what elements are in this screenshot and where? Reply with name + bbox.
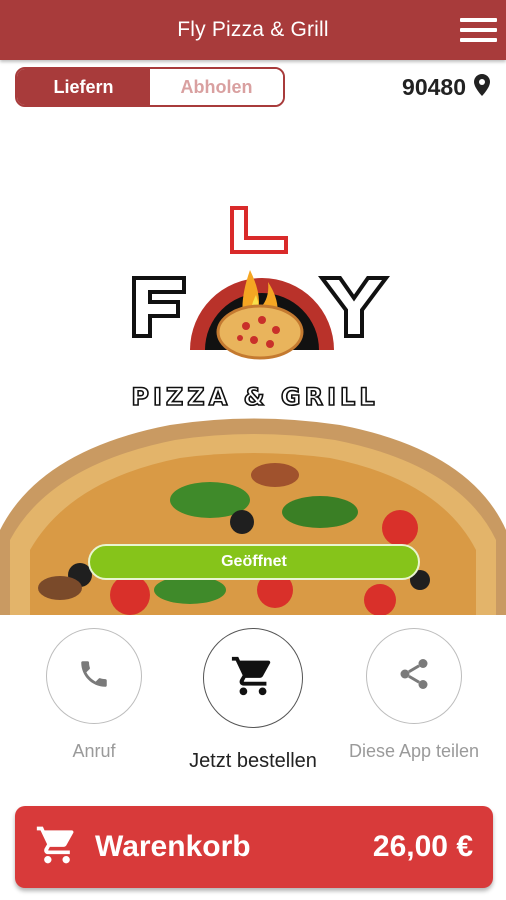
order-now-label: Jetzt bestellen: [189, 750, 317, 772]
tab-abholen[interactable]: Abholen: [150, 69, 283, 105]
share-icon: [396, 656, 432, 697]
call-action[interactable]: Anruf: [33, 628, 155, 762]
top-app-bar: Fly Pizza & Grill: [0, 0, 506, 60]
order-now-action[interactable]: Jetzt bestellen: [168, 628, 338, 773]
tab-liefern[interactable]: Liefern: [17, 69, 150, 105]
open-status-badge: Geöffnet: [88, 544, 420, 580]
cart-icon: [35, 823, 79, 872]
order-now-button[interactable]: [203, 628, 303, 728]
restaurant-logo: PIZZA & GRILL: [131, 206, 390, 412]
call-button[interactable]: [46, 628, 142, 724]
location-selector[interactable]: 90480: [402, 70, 490, 104]
share-app-action[interactable]: Diese App teilen: [340, 628, 488, 762]
app-screen: Fly Pizza & Grill Liefern Abholen 90480: [0, 0, 506, 900]
zip-code: 90480: [402, 73, 466, 100]
share-app-label: Diese App teilen: [348, 741, 480, 761]
location-pin-icon: [474, 73, 490, 101]
cart-icon: [230, 653, 276, 704]
app-title: Fly Pizza & Grill: [177, 18, 329, 41]
pizza-background-image: [0, 418, 506, 615]
cart-label: Warenkorb: [95, 830, 251, 863]
delivery-mode-toggle: Liefern Abholen: [15, 67, 285, 107]
call-label: Anruf: [72, 741, 116, 761]
svg-text:PIZZA & GRILL: PIZZA & GRILL: [131, 383, 378, 411]
phone-icon: [77, 657, 111, 696]
share-app-button[interactable]: [366, 628, 462, 724]
hamburger-menu-icon[interactable]: [458, 12, 498, 48]
cart-button[interactable]: Warenkorb 26,00 €: [15, 806, 493, 888]
restaurant-hero: PIZZA & GRILL: [0, 110, 506, 615]
cart-total: 26,00 €: [372, 830, 473, 863]
